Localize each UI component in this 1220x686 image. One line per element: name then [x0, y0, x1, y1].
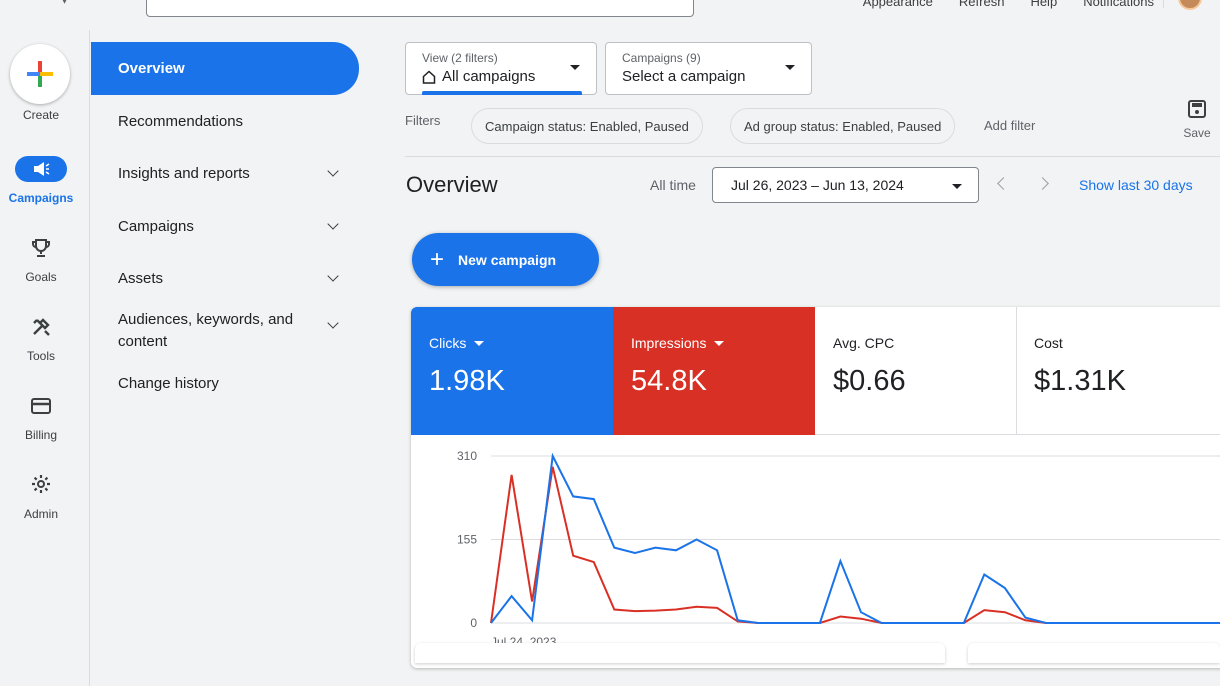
avatar[interactable] — [1178, 0, 1202, 10]
rail-item-campaigns[interactable]: Campaigns — [0, 191, 82, 205]
metric-label: Clicks — [429, 335, 467, 351]
metric-label: Avg. CPC — [833, 335, 895, 351]
rail-item-billing[interactable]: Billing — [0, 428, 82, 442]
dropdown-caret-icon — [570, 65, 580, 70]
home-icon — [422, 69, 436, 84]
chevron-down-icon — [327, 165, 339, 177]
filters-label: Filters — [405, 113, 441, 128]
metric-impressions[interactable]: Impressions 54.8K — [613, 307, 815, 435]
trophy-icon[interactable] — [27, 236, 55, 260]
nav-item-change-history[interactable]: Change history — [91, 372, 359, 394]
metric-value: $1.31K — [1034, 365, 1126, 397]
save-button[interactable]: Save — [1182, 100, 1212, 140]
filters-row: Filters Campaign status: Enabled, Paused… — [405, 100, 1220, 144]
dropdown-caret-icon — [474, 340, 485, 346]
google-ads-logo: ▾ — [60, 0, 69, 9]
gear-icon[interactable] — [27, 472, 55, 496]
chevron-down-icon — [327, 317, 339, 329]
save-icon — [1188, 100, 1206, 118]
rail-item-goals[interactable]: Goals — [0, 270, 82, 284]
nav-item-label: Insights and reports — [118, 164, 250, 182]
metric-clicks[interactable]: Clicks 1.98K — [411, 307, 613, 435]
nav-item-recommendations[interactable]: Recommendations — [91, 110, 359, 132]
search-bar[interactable] — [146, 0, 694, 17]
dropdown-caret-icon — [714, 340, 725, 346]
notifications-link[interactable]: Notifications — [1083, 0, 1154, 9]
view-selector-label: View (2 filters) — [422, 51, 498, 65]
top-links: Appearance Refresh Help Notifications — [863, 0, 1154, 9]
dropdown-caret-icon — [785, 65, 795, 70]
plus-icon — [27, 61, 53, 87]
nav-item-label: Campaigns — [118, 217, 194, 235]
summary-card — [415, 643, 945, 663]
nav-item-label: Assets — [118, 269, 164, 287]
filter-chip-ad-group-status[interactable]: Ad group status: Enabled, Paused — [730, 108, 956, 144]
tools-icon[interactable] — [27, 315, 55, 339]
show-last-30-days-link[interactable]: Show last 30 days — [1079, 177, 1193, 193]
chevron-down-icon — [327, 218, 339, 230]
refresh-link[interactable]: Refresh — [959, 0, 1005, 9]
all-time-label: All time — [650, 177, 696, 193]
credit-card-icon[interactable] — [27, 394, 55, 418]
metric-value: 54.8K — [631, 365, 707, 397]
nav-item-overview[interactable]: Overview — [91, 42, 359, 95]
chevron-left-icon[interactable] — [997, 177, 1010, 190]
chevron-down-icon — [327, 270, 339, 282]
nav-item-insights[interactable]: Insights and reports — [91, 162, 359, 184]
campaign-selector-value: Select a campaign — [622, 68, 746, 85]
metric-label: Cost — [1034, 335, 1063, 351]
y-tick-label: 310 — [457, 449, 477, 463]
page-title: Overview — [406, 172, 498, 197]
metric-label: Impressions — [631, 335, 707, 351]
rail-item-admin[interactable]: Admin — [0, 507, 82, 521]
top-bar: ▾ Appearance Refresh Help Notifications — [0, 0, 1220, 22]
dropdown-caret-icon — [952, 184, 962, 189]
divider — [405, 156, 1220, 157]
nav-item-label: Change history — [118, 374, 219, 392]
selected-indicator — [422, 91, 582, 95]
metric-avg-cpc[interactable]: Avg. CPC $0.66 — [815, 307, 1017, 435]
campaign-selector-label: Campaigns (9) — [622, 51, 701, 65]
metric-cost[interactable]: Cost $1.31K — [1016, 307, 1220, 435]
summary-card — [968, 643, 1220, 663]
metric-value: 1.98K — [429, 365, 505, 397]
date-range-value: Jul 26, 2023 – Jun 13, 2024 — [731, 177, 904, 193]
nav-panel: Overview Recommendations Insights and re… — [89, 30, 369, 686]
nav-item-audiences[interactable]: Audiences, keywords, and content — [91, 309, 359, 353]
rail-item-tools[interactable]: Tools — [0, 349, 82, 363]
nav-item-label: Recommendations — [118, 112, 244, 130]
view-selector-value: All campaigns — [442, 68, 536, 85]
help-link[interactable]: Help — [1030, 0, 1057, 9]
create-button[interactable] — [10, 44, 70, 104]
filter-chip-campaign-status[interactable]: Campaign status: Enabled, Paused — [471, 108, 703, 144]
nav-item-assets[interactable]: Assets — [91, 267, 359, 289]
appearance-link[interactable]: Appearance — [863, 0, 933, 9]
chevron-right-icon[interactable] — [1036, 177, 1049, 190]
add-filter-button[interactable]: Add filter — [984, 118, 1035, 133]
create-label: Create — [22, 108, 60, 122]
divider — [1163, 0, 1164, 8]
date-range-picker[interactable]: Jul 26, 2023 – Jun 13, 2024 — [712, 167, 979, 203]
metric-value: $0.66 — [833, 365, 906, 397]
nav-item-label: Audiences, keywords, and content — [118, 311, 294, 350]
nav-item-campaigns[interactable]: Campaigns — [91, 215, 359, 237]
megaphone-icon[interactable] — [15, 156, 67, 182]
performance-card: Clicks 1.98K Impressions 54.8K Avg. CPC … — [411, 307, 1220, 668]
view-selector[interactable]: View (2 filters) All campaigns — [405, 42, 597, 95]
y-tick-label: 155 — [457, 533, 477, 547]
y-tick-label: 0 — [470, 616, 477, 630]
save-label: Save — [1183, 126, 1211, 140]
nav-item-label: Overview — [118, 60, 185, 77]
new-campaign-label: New campaign — [458, 251, 557, 268]
plus-icon: + — [430, 245, 445, 273]
campaign-selector[interactable]: Campaigns (9) Select a campaign — [605, 42, 812, 95]
new-campaign-button[interactable]: + New campaign — [412, 233, 599, 286]
performance-chart: 3101550 Jul 24, 2023 — [457, 449, 1220, 649]
